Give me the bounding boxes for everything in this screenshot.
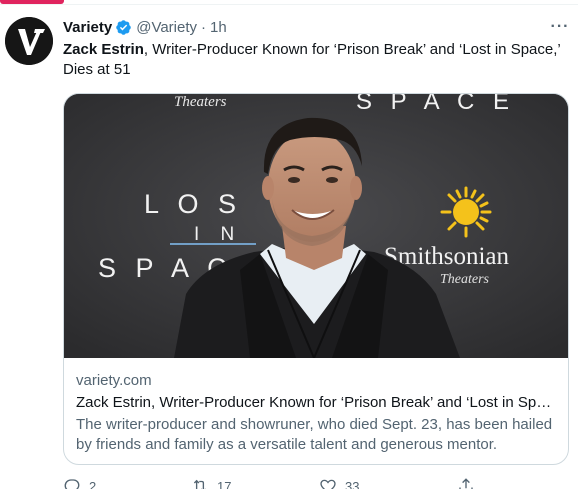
separator-dot: · [201, 18, 207, 36]
backdrop-lost-text: L O S [144, 189, 242, 219]
article-photo: Theaters S P A C E L O S I N S P A C Smi… [64, 94, 568, 358]
card-meta: variety.com Zack Estrin, Writer-Producer… [76, 371, 558, 455]
share-button[interactable] [457, 477, 475, 489]
card-domain: variety.com [76, 372, 152, 389]
retweet-count: 17 [217, 478, 232, 489]
card-image[interactable]: Theaters S P A C E L O S I N S P A C Smi… [64, 94, 568, 358]
verified-badge-icon [115, 19, 132, 36]
avatar[interactable] [5, 17, 53, 65]
backdrop-theaters-sub-text: Theaters [440, 272, 490, 287]
card-title: Zack Estrin, Writer-Producer Known for ‘… [76, 394, 558, 411]
retweet-icon [193, 479, 206, 489]
tweet-text-bold: Zack Estrin [63, 41, 144, 58]
divider [0, 4, 578, 5]
backdrop-theaters-text: Theaters [174, 94, 227, 110]
more-icon[interactable]: ··· [549, 17, 571, 37]
like-count: 33 [345, 478, 360, 489]
tweet-actions: 2 17 33 [63, 476, 569, 489]
backdrop-space-text: S P A C E [356, 94, 515, 115]
reply-button[interactable]: 2 [63, 477, 191, 489]
timestamp[interactable]: 1h [210, 19, 227, 36]
retweet-button[interactable]: 17 [191, 477, 319, 489]
author-handle[interactable]: @Variety [136, 19, 197, 36]
like-icon [320, 479, 336, 489]
link-card[interactable]: Theaters S P A C E L O S I N S P A C Smi… [63, 93, 569, 465]
tweet-header: Variety @Variety · 1h [63, 17, 227, 37]
share-icon [459, 478, 473, 489]
smithsonian-sun-icon [440, 186, 492, 238]
author-name[interactable]: Variety [63, 19, 112, 36]
variety-logo-icon [5, 17, 53, 65]
tweet-text: Zack Estrin, Writer-Producer Known for ‘… [63, 40, 569, 80]
reply-icon [64, 479, 80, 489]
like-button[interactable]: 33 [319, 477, 457, 489]
backdrop-in-text: I N [194, 224, 242, 245]
card-description: The writer-producer and showruner, who d… [76, 416, 553, 453]
reply-count: 2 [89, 478, 97, 489]
